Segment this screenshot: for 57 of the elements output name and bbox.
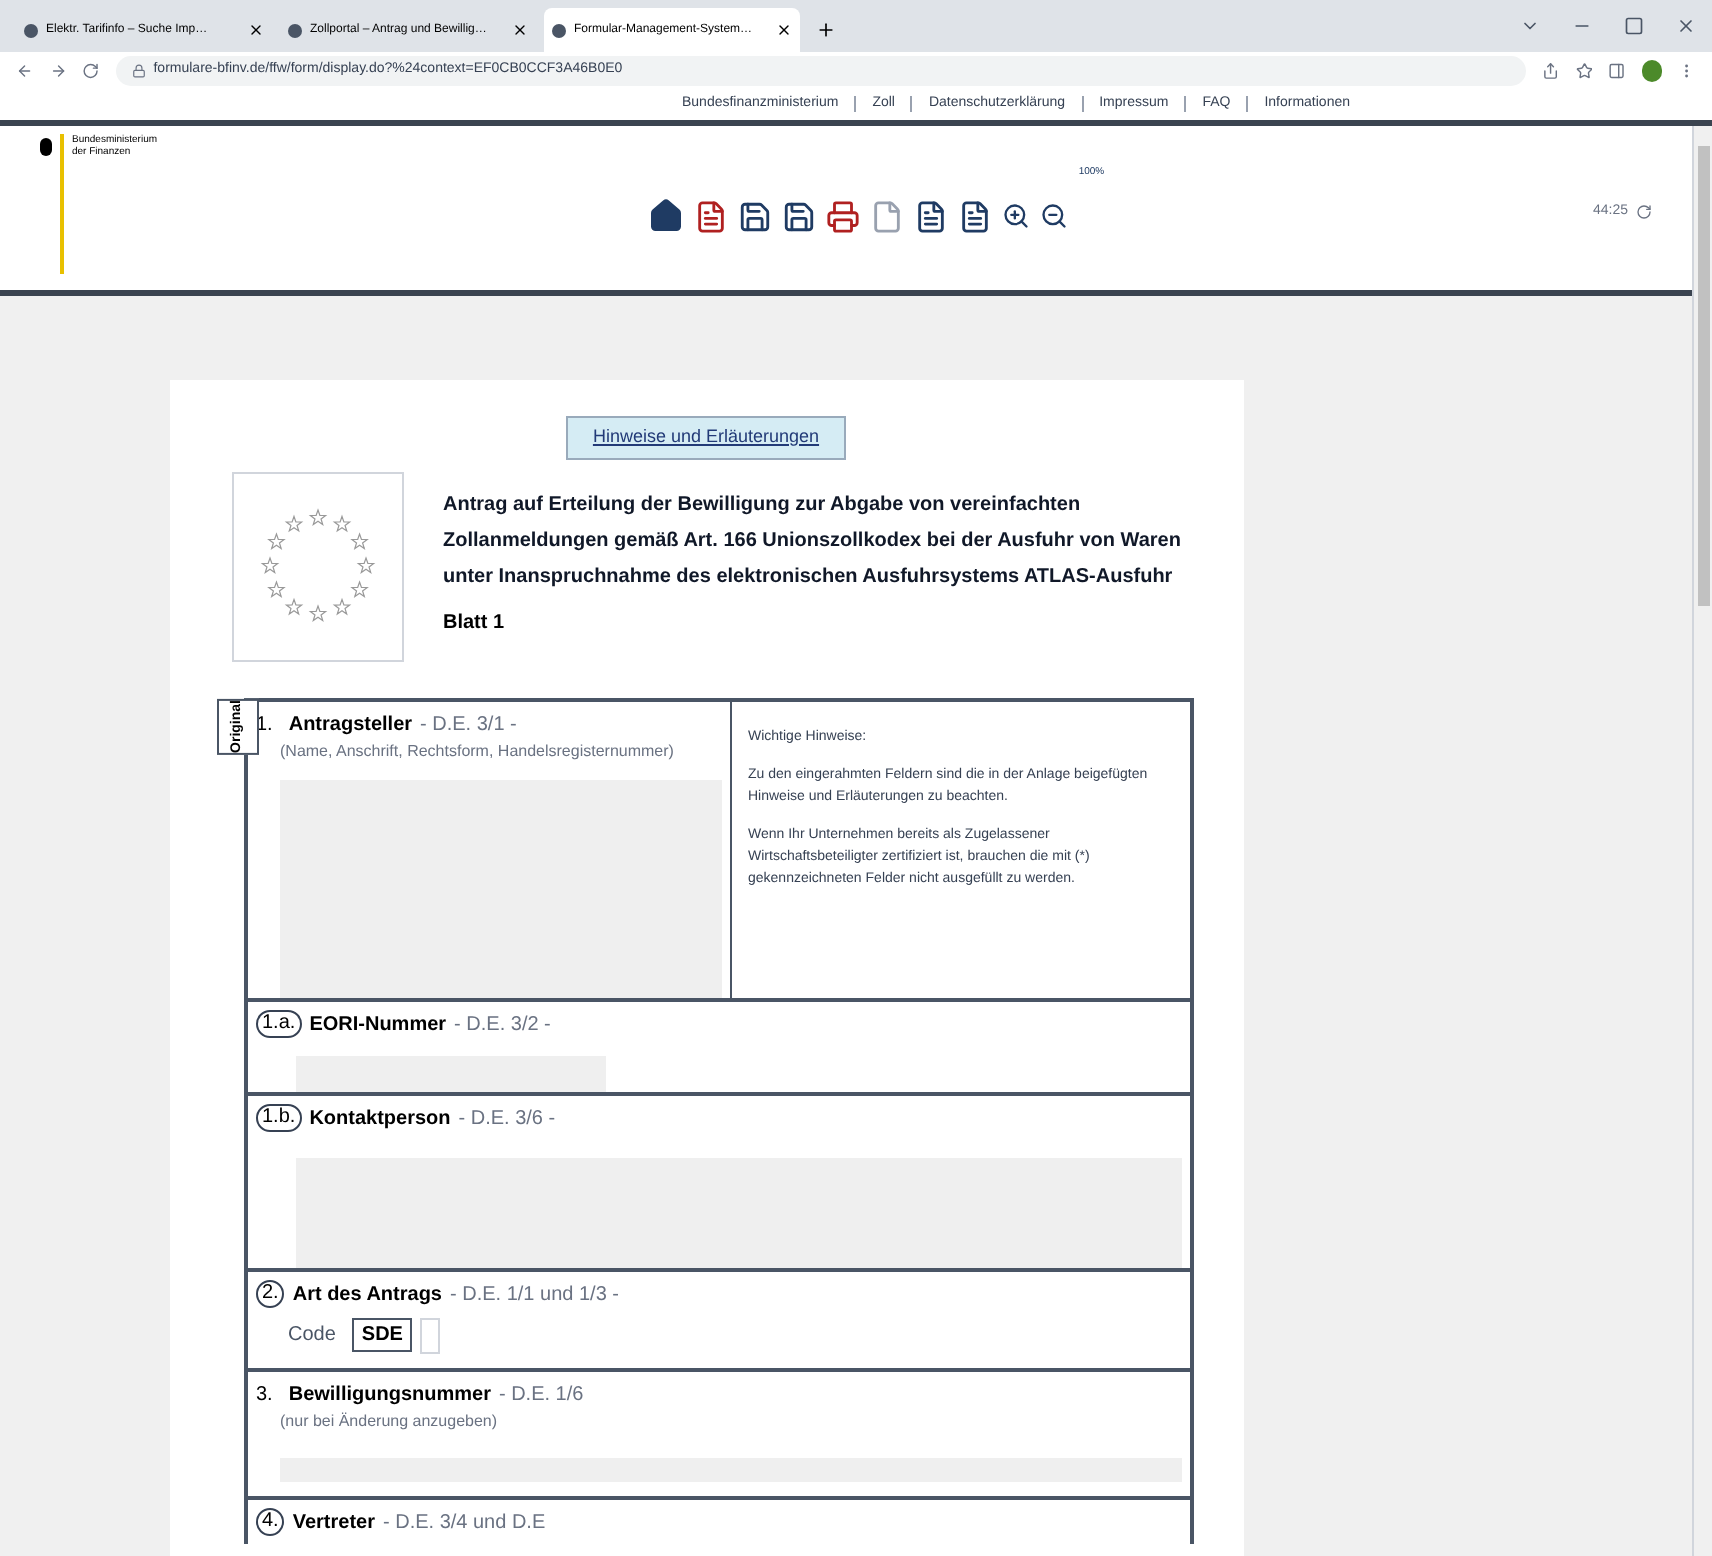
field-label: Bewilligungsnummer (288, 1381, 491, 1409)
scrollbar[interactable] (1692, 126, 1712, 1556)
field-number: 1.b. (256, 1104, 302, 1132)
pdf-icon[interactable] (694, 199, 729, 233)
reload-icon[interactable] (82, 61, 100, 79)
field-reference: - D.E. 1/1 und 1/3 - (450, 1281, 619, 1309)
field-reference: - D.E. 3/4 und D.E (382, 1509, 546, 1537)
side-panel-icon[interactable] (1608, 61, 1626, 79)
share-icon[interactable] (1542, 61, 1560, 79)
field-label: Art des Antrags (292, 1281, 442, 1309)
forward-icon[interactable] (49, 61, 67, 79)
field-number: 2. (256, 1280, 285, 1308)
field-label: Vertreter (292, 1509, 375, 1537)
field-reference: - D.E. 3/1 - (420, 711, 517, 739)
field-number: 4. (256, 1508, 285, 1536)
field-label: Antragsteller (288, 711, 413, 739)
field-hint: (nur bei Änderung anzugeben) (280, 1409, 500, 1433)
applicant-input[interactable] (280, 779, 722, 997)
field-reference: - D.E. 1/6 (498, 1381, 584, 1409)
home-icon[interactable] (648, 198, 685, 234)
field-label: EORI-Nummer (309, 1011, 447, 1039)
bookmark-icon[interactable] (1575, 61, 1593, 79)
favicon-icon (288, 23, 302, 37)
field-reference: - D.E. 3/2 - (454, 1011, 551, 1039)
field-reference: - D.E. 3/6 - (458, 1105, 556, 1133)
field-hint: (Name, Anschrift, Rechtsform, Handelsregisternummer) (280, 739, 676, 763)
sheet-label: Blatt 1 (443, 609, 507, 637)
flag-stripe (60, 134, 64, 274)
favicon-icon (552, 23, 566, 37)
star-ring-icon (257, 506, 377, 626)
back-icon[interactable] (16, 61, 34, 79)
new-tab-icon[interactable] (816, 20, 836, 40)
lock-icon (131, 63, 146, 77)
close-icon[interactable] (512, 22, 528, 38)
contact-input[interactable] (296, 1157, 1182, 1267)
document-icon[interactable] (914, 199, 949, 233)
code-input[interactable]: SDE (351, 1318, 413, 1352)
code-label: Code (288, 1322, 336, 1350)
close-icon[interactable] (248, 22, 264, 38)
field-label: Kontaktperson (309, 1105, 451, 1133)
form-title: Antrag auf Erteilung der Bewilligung zur Abgabe von vereinfachten Zollanmeldungen gemäß Art. 166 Unionszollkodex bei der Ausfuhr von Waren unter Inanspruchnahme des elektronischen Ausfuhrsystems ATLAS-Ausfuhr (443, 491, 1181, 591)
blank-page-icon[interactable] (870, 199, 905, 233)
close-icon[interactable] (776, 22, 792, 38)
save-icon[interactable] (738, 199, 773, 233)
eori-input[interactable] (296, 1055, 606, 1091)
print-icon[interactable] (826, 199, 861, 233)
zoom-in-icon[interactable] (1002, 202, 1031, 230)
code-extra-input[interactable] (420, 1317, 441, 1353)
zoom-out-icon[interactable] (1040, 202, 1069, 230)
maximize-icon[interactable] (1624, 16, 1644, 36)
document-icon[interactable] (958, 199, 993, 233)
field-number: 3. (256, 1381, 273, 1409)
field-number: 1.a. (256, 1010, 302, 1038)
profile-avatar[interactable] (1642, 59, 1663, 81)
favicon-icon (24, 23, 38, 37)
refresh-icon[interactable] (1636, 204, 1652, 220)
help-button[interactable]: Hinweise und Erläuterungen (566, 416, 846, 459)
